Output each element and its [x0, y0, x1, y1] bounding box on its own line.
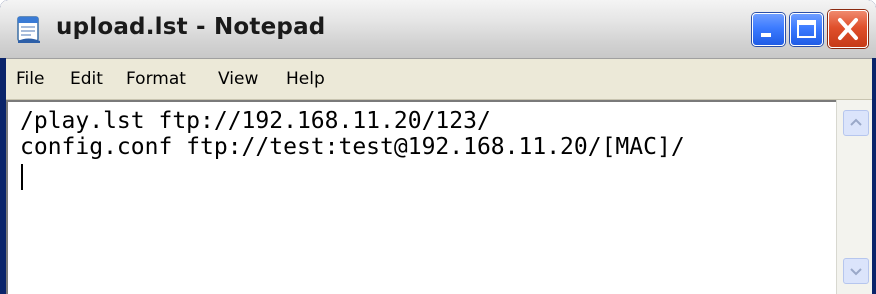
editor-line-1: /play.lst ftp://192.168.11.20/123/ — [20, 108, 491, 134]
editor-line-2: config.conf ftp://test:test@192.168.11.2… — [20, 134, 685, 160]
minimize-icon — [761, 33, 771, 37]
menu-view[interactable]: View — [218, 69, 258, 89]
notepad-icon[interactable] — [14, 14, 44, 44]
menu-bar: File Edit Format View Help — [6, 59, 872, 100]
menu-edit[interactable]: Edit — [70, 69, 103, 89]
scroll-down-button[interactable] — [843, 258, 869, 284]
close-button[interactable] — [828, 10, 868, 48]
notepad-window: upload.lst - Notepad File Edit Format Vi… — [0, 0, 876, 294]
minimize-button[interactable] — [752, 13, 785, 46]
menu-format[interactable]: Format — [126, 69, 186, 89]
menu-file[interactable]: File — [16, 69, 44, 89]
text-editor[interactable]: /play.lst ftp://192.168.11.20/123/ confi… — [6, 100, 836, 294]
maximize-icon — [797, 20, 816, 38]
maximize-button[interactable] — [790, 13, 823, 46]
title-bar[interactable]: upload.lst - Notepad — [0, 0, 876, 59]
text-caret — [21, 164, 23, 190]
menu-help[interactable]: Help — [286, 69, 325, 89]
window-title: upload.lst - Notepad — [56, 14, 326, 40]
close-icon — [838, 18, 858, 40]
window-frame-right — [872, 58, 876, 294]
scroll-up-arrow-icon — [850, 118, 862, 126]
window-frame-left — [0, 58, 6, 294]
scroll-down-arrow-icon — [850, 268, 862, 276]
scroll-up-button[interactable] — [843, 110, 869, 136]
vertical-scrollbar[interactable] — [836, 100, 873, 294]
